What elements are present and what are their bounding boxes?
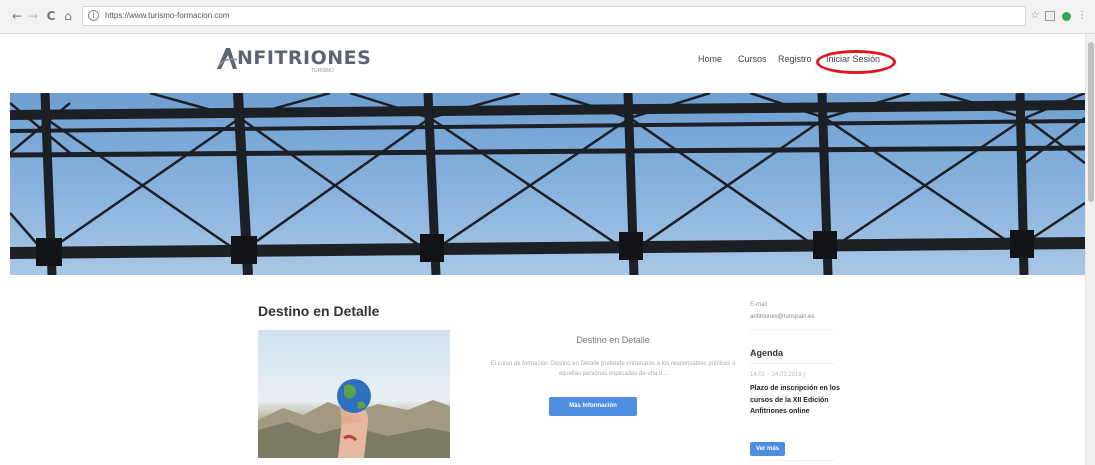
divider: [750, 363, 834, 364]
browser-toolbar: ← → C ⌂ i https://www.turismo-formacion.…: [0, 0, 1095, 34]
agenda-event-title[interactable]: Plazo de inscripción en los cursos de la…: [750, 383, 842, 418]
address-bar[interactable]: i https://www.turismo-formacion.com: [82, 6, 1026, 26]
email-label: E-mail: [750, 302, 768, 308]
card-description: El curso de formación Destino en Detalle…: [490, 361, 736, 377]
divider: [750, 329, 834, 330]
agenda-date: 14.02 – 24.02.2019 |: [750, 372, 805, 378]
extension-icon[interactable]: [1045, 11, 1055, 21]
home-icon[interactable]: ⌂: [61, 9, 75, 23]
scrollbar-thumb[interactable]: [1088, 42, 1094, 202]
nav-iniciar-sesion[interactable]: Iniciar Sesión: [826, 54, 880, 64]
email-link[interactable]: anfitriones@turispain.es: [750, 314, 814, 320]
menu-icon[interactable]: ⋮: [1076, 10, 1088, 22]
back-icon[interactable]: ←: [10, 9, 24, 23]
logo-subtitle: TURISMO: [311, 68, 335, 74]
logo-mark-icon: [217, 48, 238, 69]
course-image[interactable]: [258, 330, 450, 458]
agenda-title: Agenda: [750, 348, 784, 358]
hero-banner: [10, 93, 1085, 275]
more-info-button[interactable]: Más Información: [549, 397, 637, 416]
nav-home[interactable]: Home: [698, 54, 722, 64]
info-icon[interactable]: i: [88, 10, 99, 21]
nav-registro[interactable]: Registro: [778, 54, 812, 64]
section-title: Destino en Detalle: [258, 303, 380, 319]
forward-icon[interactable]: →: [26, 9, 40, 23]
see-more-button[interactable]: Ver más: [750, 442, 785, 456]
site-logo[interactable]: NFITRIONES TURISMO: [215, 43, 371, 75]
url-text[interactable]: https://www.turismo-formacion.com: [105, 11, 229, 20]
divider: [750, 460, 834, 461]
reload-icon[interactable]: C: [44, 9, 58, 23]
nav-cursos[interactable]: Cursos: [738, 54, 767, 64]
hero-steel-structure: [10, 93, 1085, 275]
globe-in-hand-photo: [258, 379, 450, 458]
logo-text: NFITRIONES: [237, 47, 372, 69]
card-heading[interactable]: Destino en Detalle: [488, 335, 738, 345]
extension-icon[interactable]: [1062, 12, 1071, 21]
star-icon[interactable]: ☆: [1029, 10, 1041, 22]
page-scrollbar[interactable]: [1085, 34, 1095, 465]
